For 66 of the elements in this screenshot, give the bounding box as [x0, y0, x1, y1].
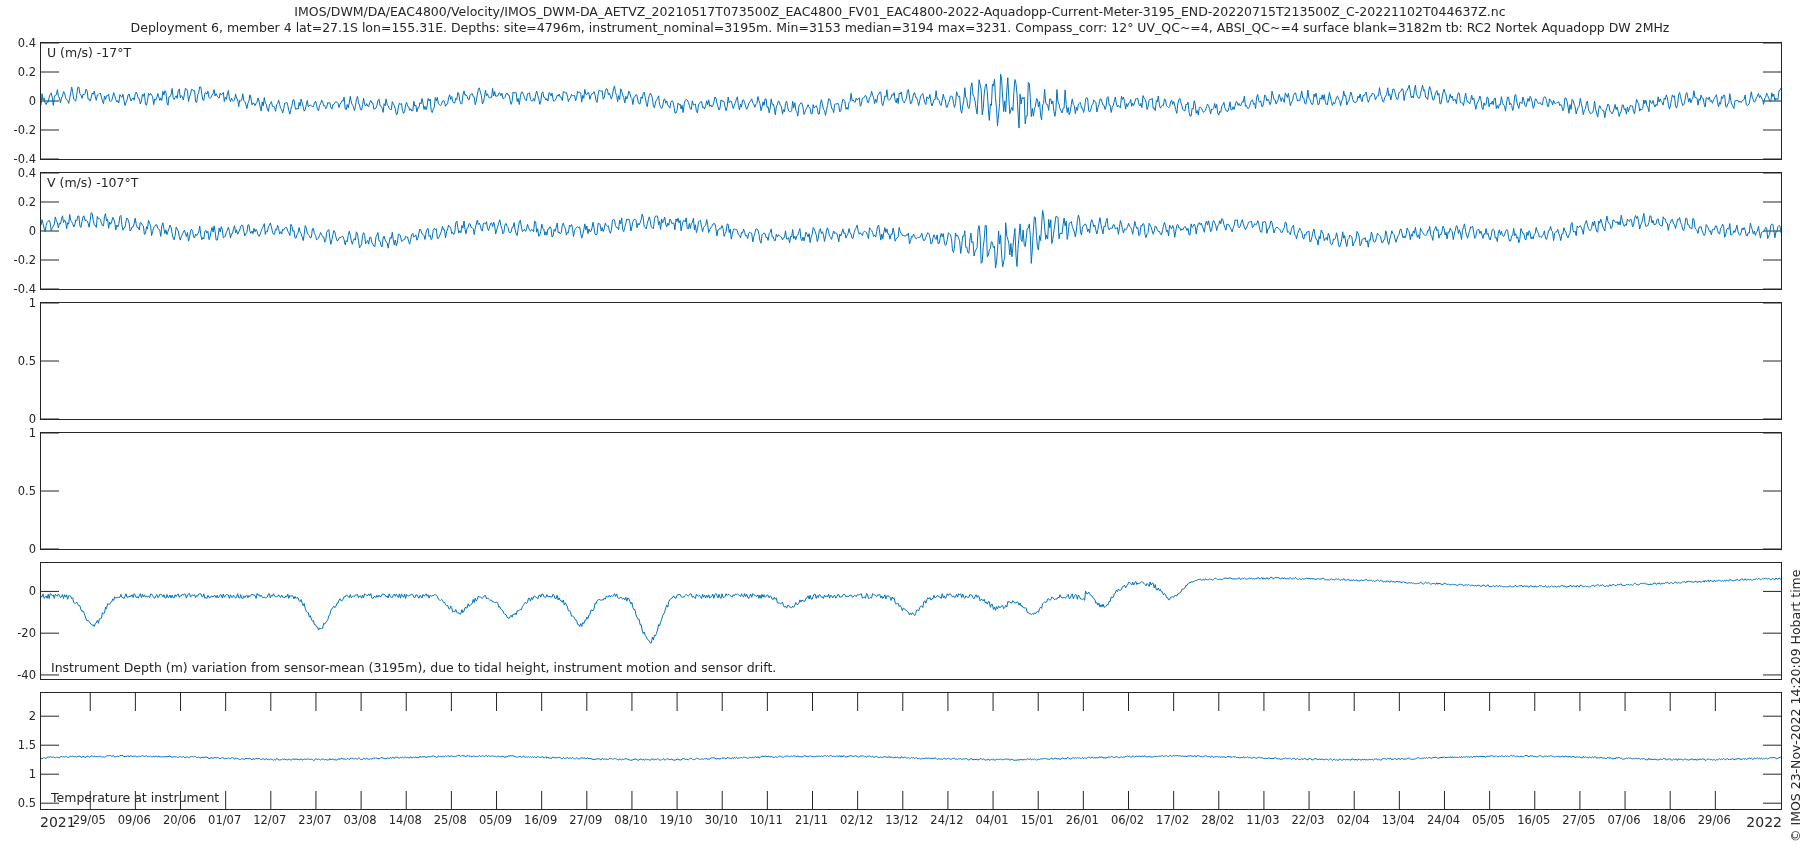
x-tick-label: 10/11 [749, 813, 783, 827]
y-tick-label: -0.2 [13, 123, 36, 137]
x-tick-label: 18/06 [1652, 813, 1686, 827]
timestamp: © IMOS 23-Nov-2022 14:20:09 Hobart time [1788, 569, 1800, 842]
y-tick-label: 0 [28, 542, 36, 556]
y-tick-label: 0.2 [17, 65, 36, 79]
y-tick-label: 1 [28, 296, 36, 310]
x-tick-label: 24/12 [930, 813, 964, 827]
x-tick-label: 12/07 [253, 813, 287, 827]
x-tick-label: 26/01 [1065, 813, 1099, 827]
x-tick-label: 13/12 [885, 813, 919, 827]
x-tick-label: 16/09 [524, 813, 558, 827]
x-tick-label: 07/06 [1607, 813, 1641, 827]
y-tick-label: 0.5 [17, 354, 36, 368]
y-tick-label: -0.4 [13, 152, 36, 166]
x-tick-label: 05/09 [478, 813, 513, 827]
y-tick-label: 0.2 [17, 195, 36, 209]
y-tick-label: 1.5 [17, 738, 36, 753]
x-tick-label: 15/01 [1020, 813, 1054, 827]
x-tick-label: 04/01 [975, 813, 1009, 827]
y-tick-label: 0 [28, 224, 36, 238]
x-tick-label: 24/04 [1426, 813, 1461, 827]
x-tick-label: 22/03 [1291, 813, 1325, 827]
y-tick-label: 0 [28, 584, 36, 599]
x-tick-label: 19/10 [659, 813, 693, 827]
panel-label: Instrument Depth (m) variation from sensor-mean (3195m), due to tidal height, instrument motion and sensor drift. [51, 660, 777, 675]
x-tick-label: 23/07 [298, 813, 332, 827]
x-tick-label: 27/05 [1562, 813, 1596, 827]
x-tick-label: 25/08 [433, 813, 467, 827]
x-tick-label: 30/10 [704, 813, 738, 827]
x-tick-label: 20/06 [162, 813, 197, 827]
x-tick-label: 05/05 [1472, 813, 1506, 827]
year-label: 2022 [1746, 814, 1782, 830]
y-tick-label: 0 [28, 412, 36, 426]
x-tick-label: 09/06 [117, 813, 151, 827]
figure-title: IMOS/DWM/DA/EAC4800/Velocity/IMOS_DWM-DA_AETVZ_20210517T073500Z_EAC4800_FV01_EAC4800-2022-Aquadopp-Current-Meter-3195_END-20220715T213500Z_C-20221102T044637Z.nc [294, 4, 1506, 20]
y-tick-label: 0 [28, 94, 36, 108]
panel-label: V (m/s) -107°T [47, 175, 139, 190]
y-tick-label: 0.5 [17, 796, 36, 811]
x-tick-label: 27/09 [569, 813, 603, 827]
x-tick-label: 16/05 [1517, 813, 1551, 827]
y-tick-label: 0.5 [17, 484, 36, 498]
y-tick-label: -40 [17, 667, 36, 682]
x-tick-label: 21/11 [794, 813, 829, 827]
x-tick-label: 08/10 [614, 813, 648, 827]
x-tick-label: 01/07 [208, 813, 242, 827]
x-tick-label: 02/12 [840, 813, 874, 827]
y-tick-label: 1 [28, 767, 36, 782]
x-tick-label: 17/02 [1156, 813, 1190, 827]
panel-label: U (m/s) -17°T [47, 45, 132, 60]
figure-title: Deployment 6, member 4 lat=27.1S lon=155.31E. Depths: site=4796m, instrument_nominal=3195m. Min=3153 median=3194 max=3231. Compass_corr: 12° UV_QC~=4, ABSI_QC~=4 surface blank=3182m tb: RC2 Nortek Aquadopp DW 2MHz [130, 20, 1670, 36]
x-tick-label: 14/08 [388, 813, 422, 827]
x-tick-label: 29/06 [1697, 813, 1731, 827]
x-tick-label: 11/03 [1246, 813, 1280, 827]
x-tick-label: 02/04 [1336, 813, 1370, 827]
y-tick-label: 1 [28, 426, 36, 440]
y-tick-label: 0.4 [17, 36, 36, 50]
x-tick-label: 06/02 [1110, 813, 1145, 827]
y-tick-label: 0.4 [17, 166, 36, 180]
y-tick-label: -20 [17, 626, 36, 641]
y-tick-label: -0.2 [13, 253, 36, 267]
y-tick-label: -0.4 [13, 282, 36, 296]
x-tick-label: 03/08 [343, 813, 377, 827]
y-tick-label: 2 [28, 709, 36, 724]
x-tick-label: 13/04 [1381, 813, 1415, 827]
x-tick-label: 28/02 [1201, 813, 1235, 827]
